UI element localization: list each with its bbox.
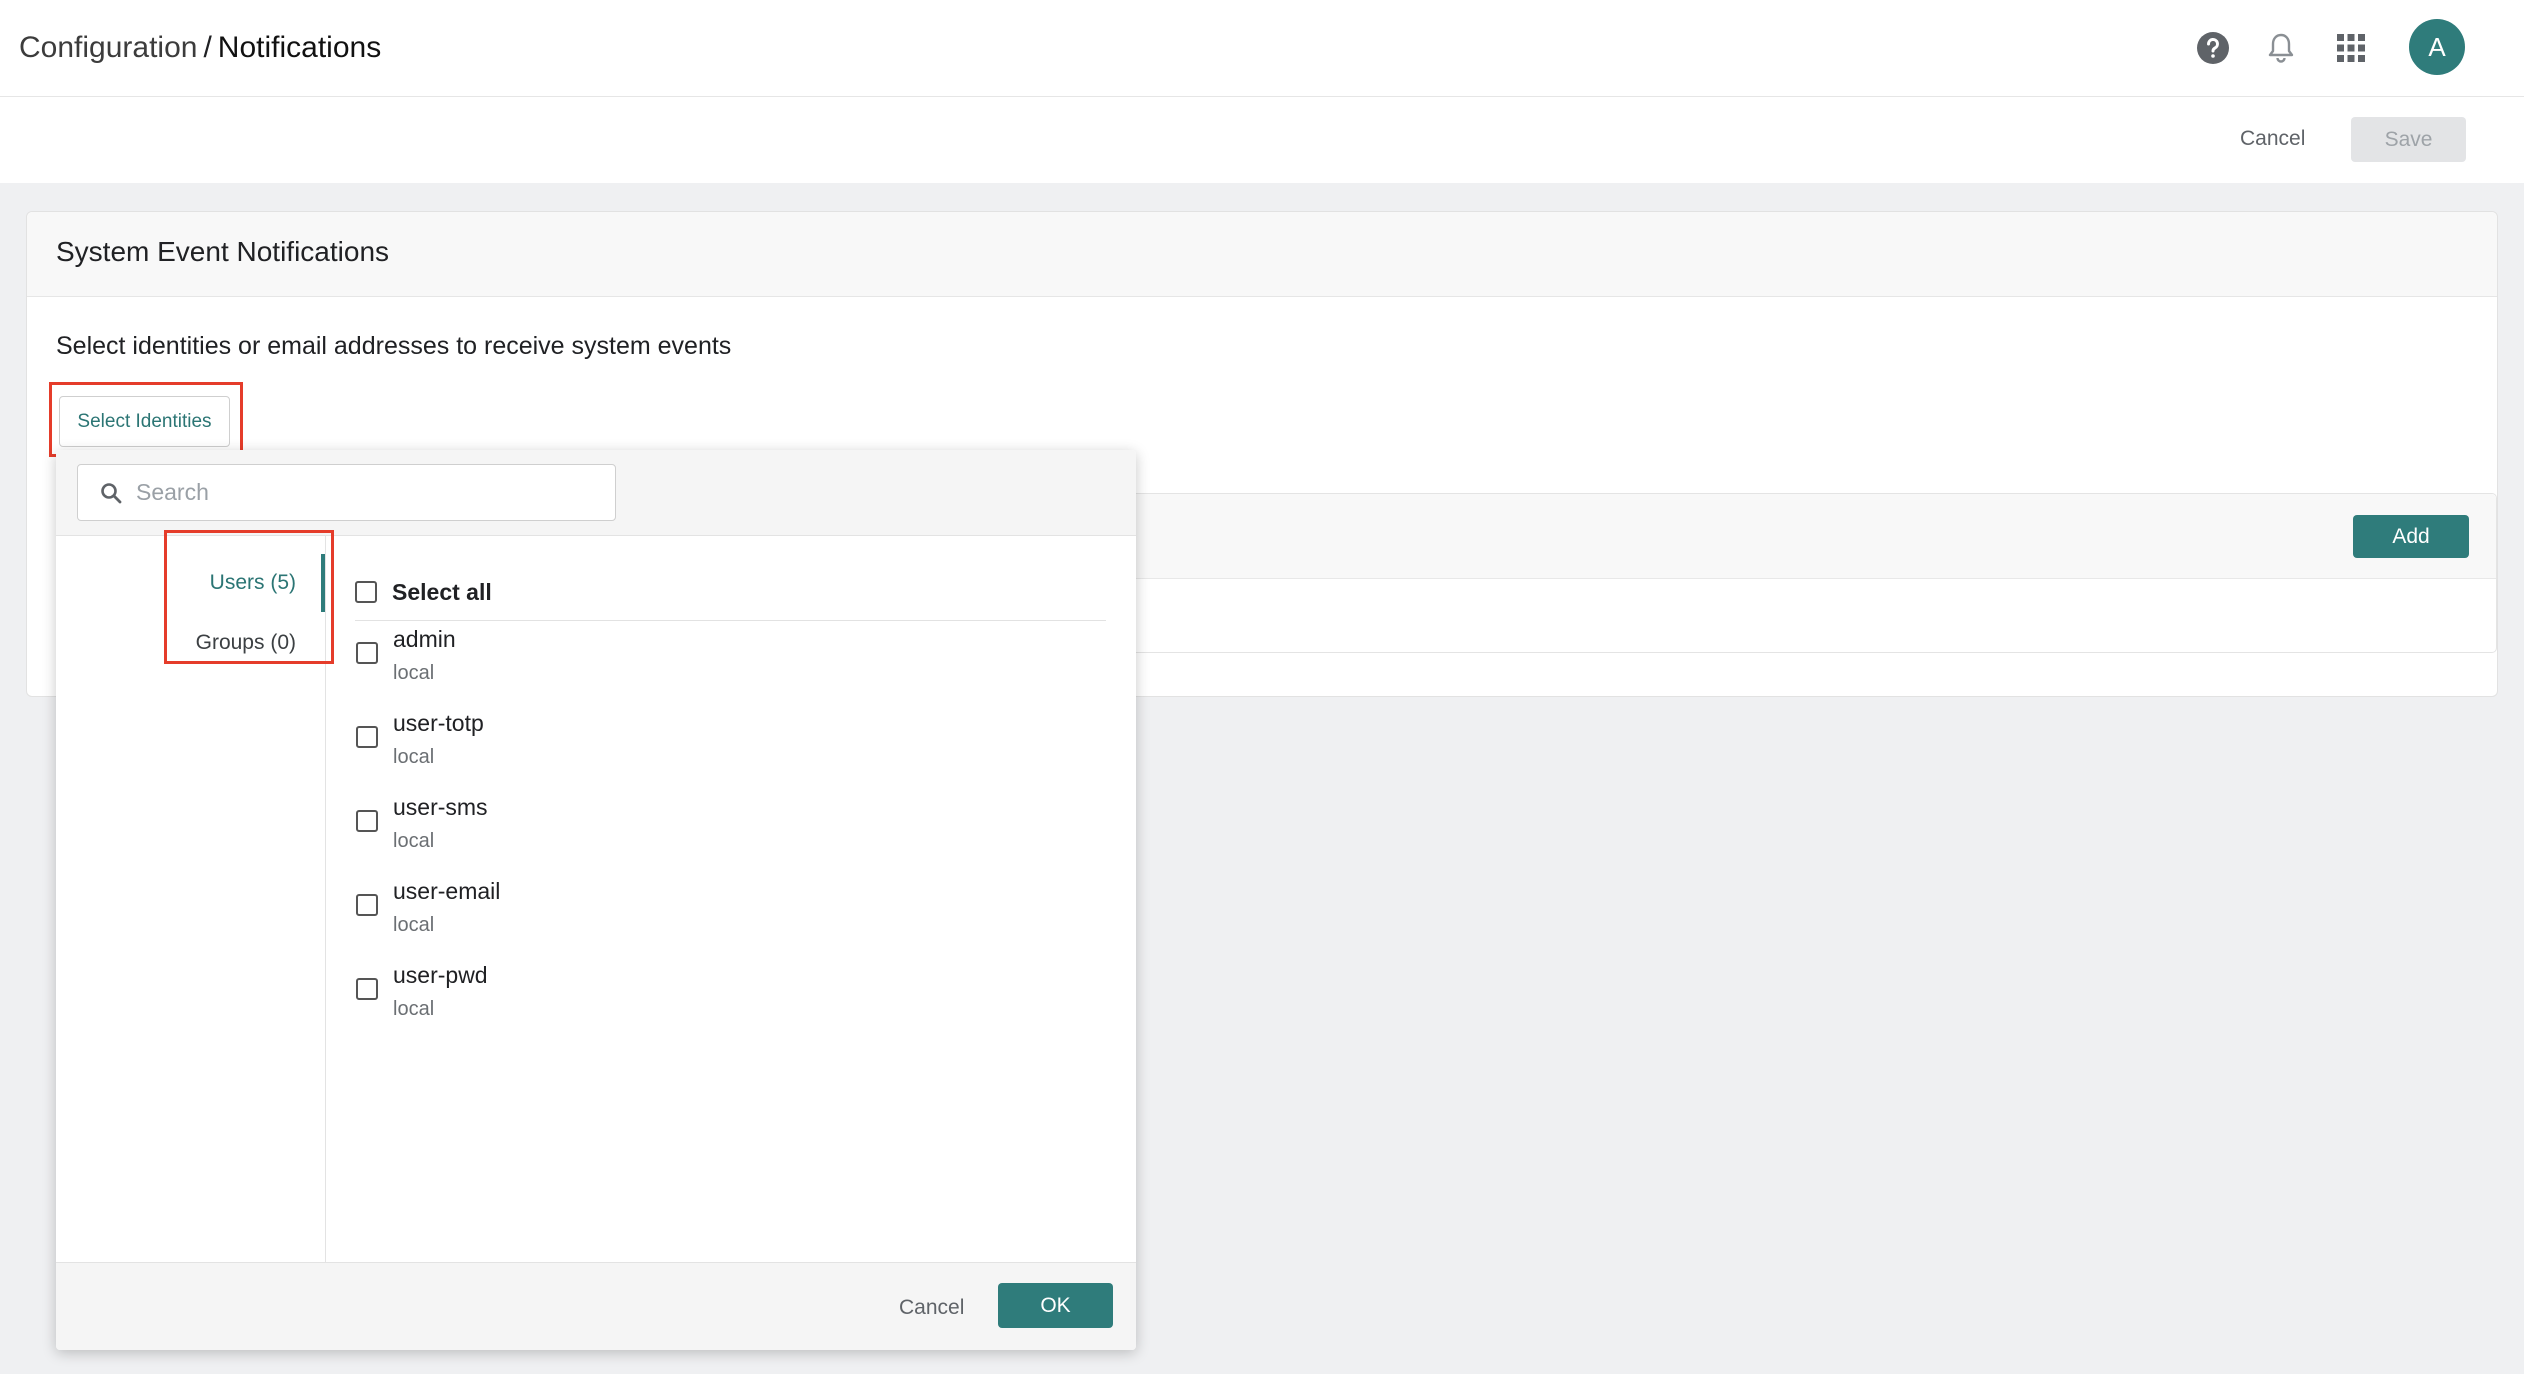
popup-cancel-button[interactable]: Cancel [893, 1295, 970, 1321]
user-name: admin [393, 626, 456, 652]
user-source: local [393, 914, 435, 936]
user-name: user-totp [393, 710, 484, 736]
user-source: local [393, 998, 435, 1020]
search-input[interactable] [134, 478, 608, 507]
user-checkbox[interactable] [356, 894, 378, 916]
search-icon [100, 481, 124, 505]
select-all-row[interactable]: Select all [355, 564, 1106, 621]
ok-button[interactable]: OK [998, 1283, 1113, 1328]
user-checkbox[interactable] [356, 642, 378, 664]
list-item[interactable]: admin local [355, 626, 1106, 706]
select-all-label: Select all [392, 578, 492, 605]
user-name: user-email [393, 878, 501, 904]
highlight-box-select-identities [49, 382, 243, 457]
action-bar: Cancel Save [0, 97, 2524, 183]
select-all-checkbox[interactable] [355, 581, 377, 603]
cancel-button[interactable]: Cancel [2234, 126, 2311, 152]
user-source: local [393, 662, 435, 684]
user-checkbox[interactable] [356, 810, 378, 832]
card-title: System Event Notifications [56, 236, 390, 267]
popup-search-area [56, 450, 1136, 536]
user-checkbox[interactable] [356, 978, 378, 1000]
avatar[interactable]: A [2409, 19, 2465, 75]
top-bar: Configuration / Notifications A [0, 0, 2524, 97]
recipients-panel: Add [1127, 493, 2497, 653]
popup-footer: Cancel OK [56, 1262, 1136, 1350]
list-item[interactable]: user-email local [355, 878, 1106, 958]
list-item[interactable]: user-sms local [355, 794, 1106, 874]
save-button[interactable]: Save [2351, 117, 2466, 162]
user-source: local [393, 830, 435, 852]
user-source: local [393, 746, 435, 768]
breadcrumb: Configuration / Notifications [19, 28, 381, 68]
apps-grid-icon[interactable] [2327, 24, 2375, 72]
user-name: user-sms [393, 794, 488, 820]
recipients-panel-header: Add [1128, 494, 2496, 579]
highlight-box-tabs [164, 530, 334, 664]
bell-icon[interactable] [2257, 24, 2305, 72]
search-box [77, 464, 616, 521]
list-item[interactable]: user-pwd local [355, 962, 1106, 1042]
user-list: Select all admin local user-totp local u… [326, 536, 1136, 1262]
breadcrumb-separator: / [203, 31, 212, 64]
add-button[interactable]: Add [2353, 515, 2469, 558]
page-title: Notifications [217, 31, 382, 64]
help-icon[interactable] [2189, 24, 2237, 72]
breadcrumb-configuration[interactable]: Configuration [19, 31, 197, 64]
list-item[interactable]: user-totp local [355, 710, 1106, 790]
card-description: Select identities or email addresses to … [56, 332, 732, 360]
user-name: user-pwd [393, 962, 488, 988]
user-checkbox[interactable] [356, 726, 378, 748]
card-header: System Event Notifications [27, 212, 2497, 297]
